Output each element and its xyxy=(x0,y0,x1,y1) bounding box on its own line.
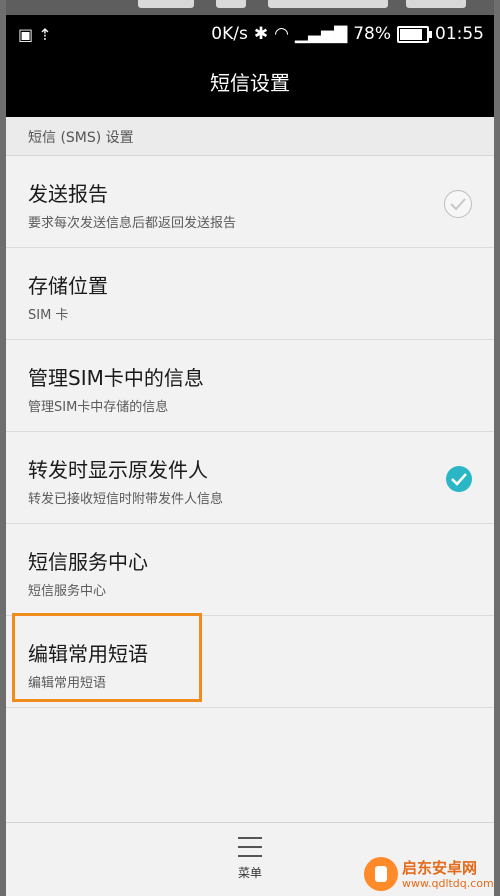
status-bar: ▣ ⇡ 0K/s ✱ ◠ ▁▃▅▇ 78% 01:55 xyxy=(6,15,494,55)
status-right-icons: 0K/s ✱ ◠ ▁▃▅▇ 78% 01:55 xyxy=(211,24,484,44)
clock: 01:55 xyxy=(435,24,484,44)
net-speed: 0K/s xyxy=(211,24,248,44)
setting-title: 短信服务中心 xyxy=(28,550,148,574)
setting-title: 发送报告 xyxy=(28,182,108,206)
page-title: 短信设置 xyxy=(210,71,290,95)
setting-show-original-sender[interactable]: 转发时显示原发件人 转发已接收短信时附带发件人信息 xyxy=(6,432,494,524)
delivery-report-checkbox[interactable] xyxy=(444,190,472,218)
watermark-name: 启东安卓网 xyxy=(402,859,478,877)
setting-sms-service-center[interactable]: 短信服务中心 短信服务中心 xyxy=(6,524,494,616)
phone-screen: ▣ ⇡ 0K/s ✱ ◠ ▁▃▅▇ 78% 01:55 短信设置 短信 (SMS… xyxy=(6,0,494,896)
bluetooth-icon: ✱ xyxy=(253,24,269,44)
setting-subtitle: 管理SIM卡中存储的信息 xyxy=(28,400,169,415)
menu-button[interactable]: 菜单 xyxy=(220,837,280,893)
setting-storage-location[interactable]: 存储位置 SIM 卡 xyxy=(6,248,494,340)
upload-icon: ⇡ xyxy=(38,25,52,44)
battery-percent: 78% xyxy=(353,24,391,44)
watermark-logo-icon xyxy=(364,857,398,891)
setting-subtitle: SIM 卡 xyxy=(28,308,69,323)
setting-subtitle: 转发已接收短信时附带发件人信息 xyxy=(28,492,224,507)
menu-icon xyxy=(238,837,262,857)
battery-icon xyxy=(397,25,432,43)
setting-title: 管理SIM卡中的信息 xyxy=(28,366,204,390)
screenshot-icon: ▣ xyxy=(18,25,34,44)
setting-subtitle: 短信服务中心 xyxy=(28,584,107,599)
setting-subtitle: 要求每次发送信息后都返回发送报告 xyxy=(28,216,237,231)
menu-label: 菜单 xyxy=(237,866,262,880)
setting-delivery-report[interactable]: 发送报告 要求每次发送信息后都返回发送报告 xyxy=(6,156,494,248)
bottom-bar: 菜单 启东安卓网 www.qdltdq.com xyxy=(6,822,494,896)
status-left-icons: ▣ ⇡ xyxy=(18,25,52,44)
wifi-icon: ◠ xyxy=(274,24,289,44)
browser-chrome-sliver xyxy=(6,0,494,15)
section-header: 短信 (SMS) 设置 xyxy=(6,117,494,156)
show-original-sender-checkbox[interactable] xyxy=(446,466,472,492)
signal-icon: ▁▃▅▇ xyxy=(294,24,348,44)
action-bar: 短信设置 xyxy=(6,55,494,117)
setting-title: 转发时显示原发件人 xyxy=(28,458,208,482)
watermark-url: www.qdltdq.com xyxy=(402,877,494,890)
highlight-annotation-box xyxy=(12,613,202,702)
setting-title: 存储位置 xyxy=(28,274,108,298)
setting-manage-sim-messages[interactable]: 管理SIM卡中的信息 管理SIM卡中存储的信息 xyxy=(6,340,494,432)
section-header-label: 短信 (SMS) 设置 xyxy=(28,130,134,146)
site-watermark: 启东安卓网 www.qdltdq.com xyxy=(364,855,494,895)
